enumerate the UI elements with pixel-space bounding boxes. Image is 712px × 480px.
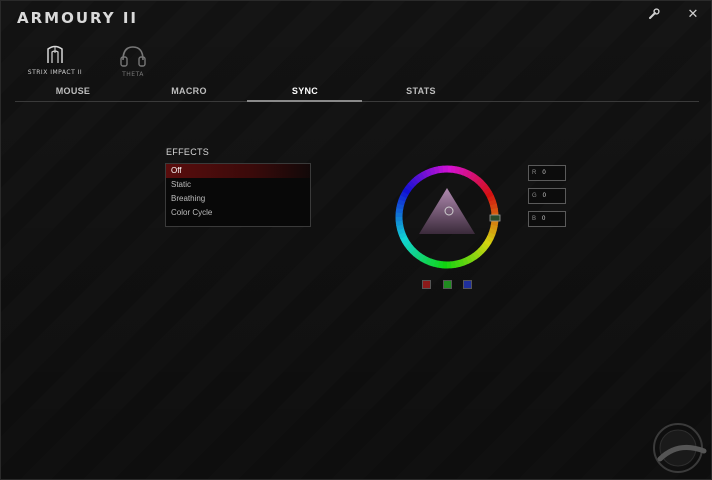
app-title: ARMOURY II <box>17 9 138 27</box>
device-label: STRIX IMPACT II <box>27 69 83 76</box>
app-window: ARMOURY II ✕ STRIX IMPACT II THETA MOUSE… <box>0 0 712 480</box>
preset-blue-swatch[interactable] <box>463 280 472 289</box>
device-theta[interactable]: THETA <box>93 45 173 78</box>
device-label: THETA <box>122 71 144 78</box>
device-strix-impact-ii[interactable]: STRIX IMPACT II <box>15 45 95 76</box>
green-label: G <box>532 193 537 199</box>
active-tab-indicator <box>247 100 362 102</box>
effect-item-breathing[interactable]: Breathing <box>166 192 310 206</box>
effect-item-static[interactable]: Static <box>166 178 310 192</box>
red-value-field[interactable]: R0 <box>528 165 566 181</box>
preset-green-swatch[interactable] <box>443 280 452 289</box>
effect-item-color-cycle[interactable]: Color Cycle <box>166 206 310 220</box>
red-value: 0 <box>542 170 546 176</box>
green-value: 0 <box>542 193 547 199</box>
tab-stats[interactable]: STATS <box>366 86 476 101</box>
blue-value: 0 <box>542 216 546 222</box>
tab-macro[interactable]: MACRO <box>134 86 244 101</box>
wrench-icon[interactable] <box>645 5 663 23</box>
effect-item-off[interactable]: Off <box>166 164 310 178</box>
color-wheel[interactable] <box>393 163 501 271</box>
close-icon[interactable]: ✕ <box>684 5 702 23</box>
red-label: R <box>532 170 537 176</box>
watermark-logo <box>653 423 707 473</box>
effects-list: Off Static Breathing Color Cycle <box>165 163 311 227</box>
blue-value-field[interactable]: B0 <box>528 211 566 227</box>
title-bar[interactable]: ARMOURY II ✕ <box>1 1 712 31</box>
headset-device-icon <box>120 46 146 67</box>
hue-ring-handle[interactable] <box>489 214 501 222</box>
tab-mouse[interactable]: MOUSE <box>18 86 128 101</box>
mouse-device-icon <box>47 45 63 63</box>
preset-red-swatch[interactable] <box>422 280 431 289</box>
green-value-field[interactable]: G0 <box>528 188 566 204</box>
effects-heading: EFFECTS <box>166 147 210 157</box>
blue-label: B <box>532 216 537 222</box>
saturation-triangle[interactable] <box>419 188 475 234</box>
tab-sync[interactable]: SYNC <box>250 86 360 101</box>
